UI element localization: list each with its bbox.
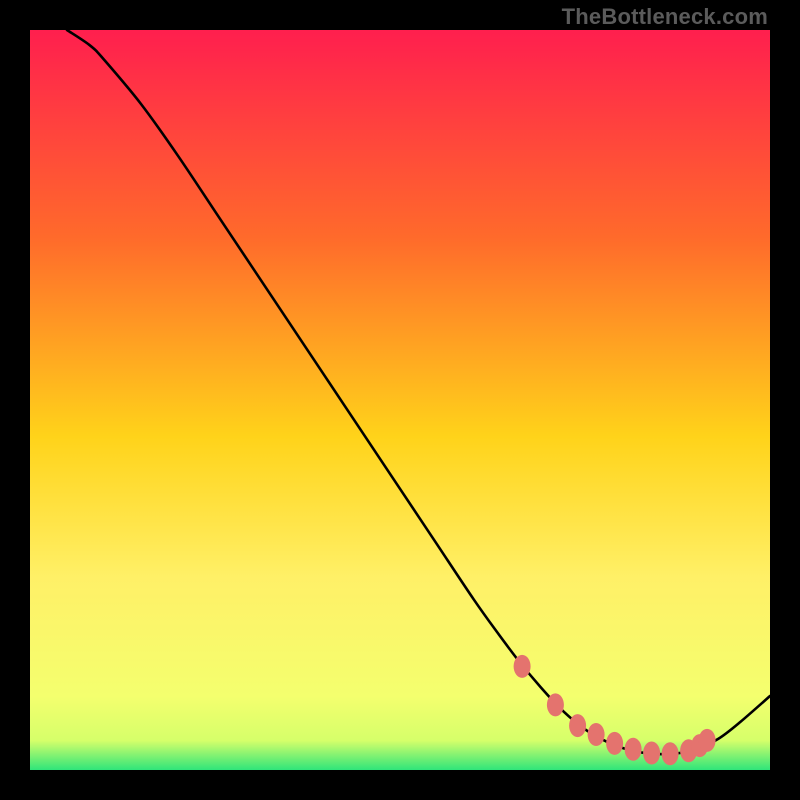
marker-dot [643,742,660,765]
marker-dot [662,742,679,765]
marker-dot [625,738,642,761]
chart-svg [30,30,770,770]
marker-dot [588,723,605,746]
chart-frame: { "watermark": "TheBottleneck.com", "col… [0,0,800,800]
marker-dot [569,714,586,737]
watermark-text: TheBottleneck.com [562,4,768,30]
gradient-bg [30,30,770,770]
plot-area [30,30,770,770]
marker-dot [514,655,531,678]
marker-dot [547,693,564,716]
marker-dot [699,729,716,752]
marker-dot [606,732,623,755]
